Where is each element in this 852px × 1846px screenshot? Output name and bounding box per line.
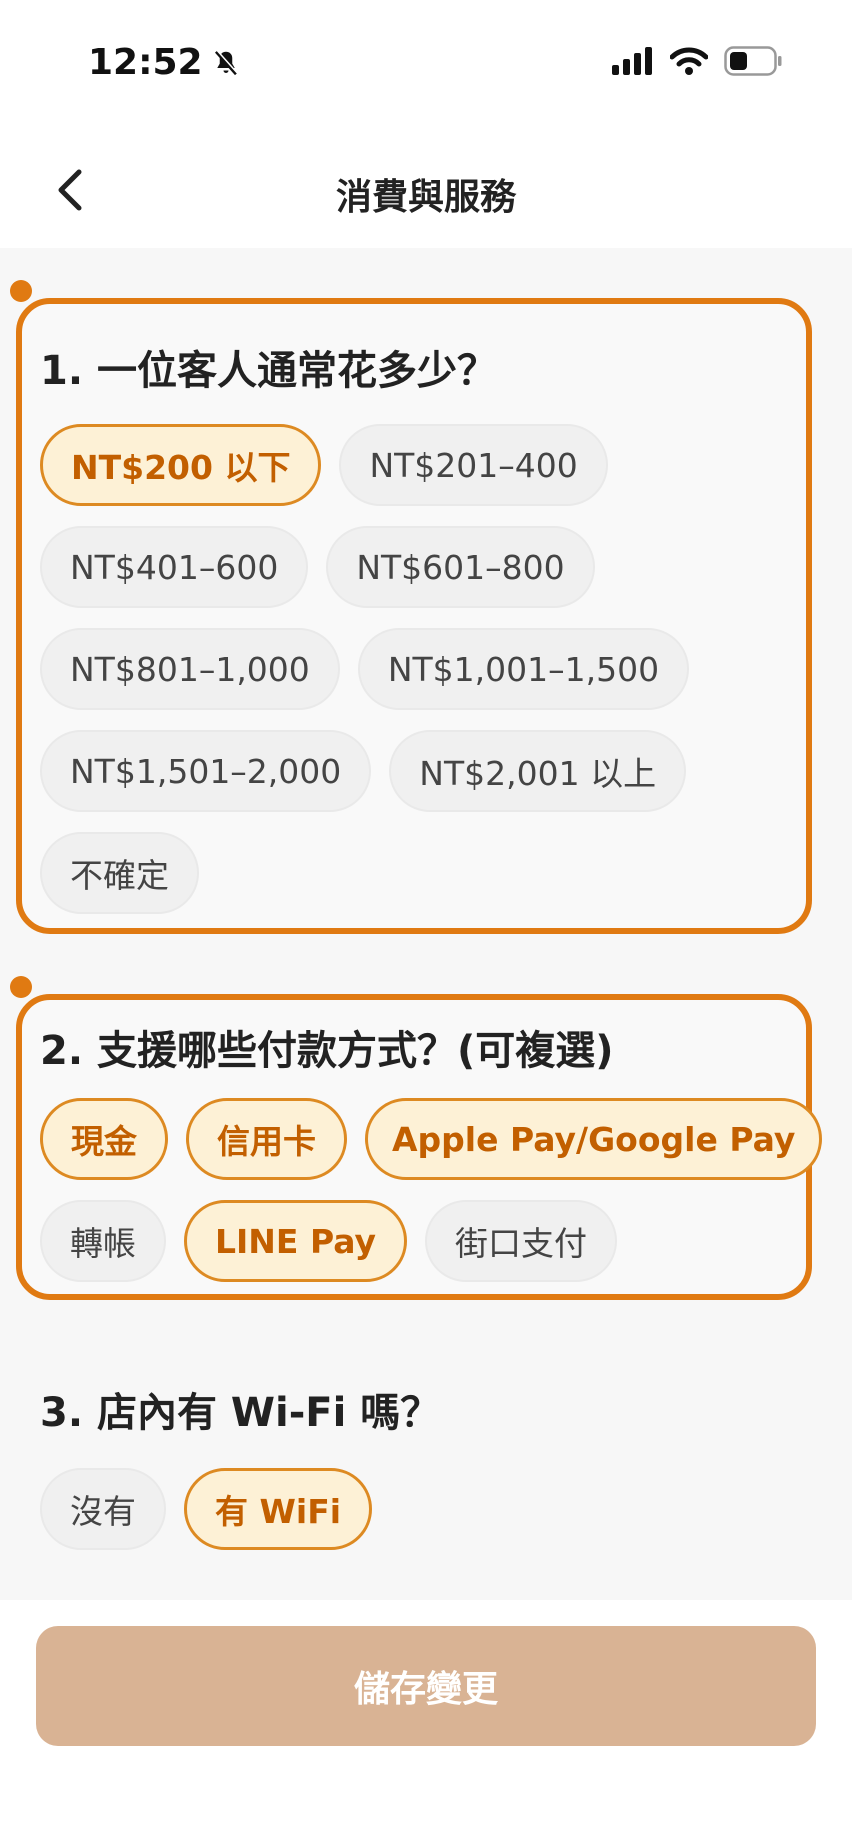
- spend-options: NT$200 以下 NT$201–400 NT$401–600 NT$601–8…: [40, 424, 806, 914]
- option-chip[interactable]: LINE Pay: [184, 1200, 408, 1282]
- option-chip[interactable]: 現金: [40, 1098, 168, 1180]
- option-chip[interactable]: NT$200 以下: [40, 424, 322, 506]
- option-chip[interactable]: 不確定: [40, 832, 199, 914]
- option-chip[interactable]: Apple Pay/Google Pay: [365, 1098, 823, 1180]
- signal-icon: [612, 47, 652, 75]
- option-chip[interactable]: 街口支付: [425, 1200, 618, 1282]
- payment-options: 現金 信用卡 Apple Pay/Google Pay 轉帳 LINE Pay …: [40, 1098, 830, 1282]
- option-chip[interactable]: 沒有: [40, 1468, 166, 1550]
- option-chip[interactable]: NT$201–400: [339, 424, 608, 506]
- option-chip[interactable]: 有 WiFi: [184, 1468, 373, 1550]
- option-chip[interactable]: NT$801–1,000: [40, 628, 340, 710]
- section-title: 3. 店內有 Wi-Fi 嗎？: [40, 1390, 441, 1436]
- option-chip[interactable]: NT$1,001–1,500: [357, 628, 690, 710]
- section-marker-dot: [10, 280, 32, 302]
- section-spend-per-customer: 1. 一位客人通常花多少？ NT$200 以下 NT$201–400 NT$40…: [10, 280, 812, 934]
- save-button[interactable]: 儲存變更: [36, 1626, 816, 1746]
- option-chip[interactable]: 轉帳: [40, 1200, 166, 1282]
- option-chip[interactable]: NT$601–800: [326, 526, 595, 608]
- option-chip[interactable]: NT$2,001 以上: [389, 730, 687, 812]
- section-marker-dot: [10, 976, 32, 998]
- status-icons: [612, 46, 782, 76]
- header: 消費與服務: [0, 130, 852, 248]
- status-bar: 12:52: [0, 0, 852, 130]
- section-wifi: 3. 店內有 Wi-Fi 嗎？ 沒有 有 WiFi: [16, 1380, 812, 1580]
- wifi-icon: [670, 47, 708, 75]
- battery-icon: [724, 46, 782, 76]
- wifi-options: 沒有 有 WiFi: [40, 1468, 812, 1550]
- bell-slash-icon: [214, 48, 238, 75]
- status-time-text: 12:52: [88, 42, 203, 83]
- page-title: 消費與服務: [335, 177, 516, 218]
- option-chip[interactable]: 信用卡: [186, 1098, 347, 1180]
- save-area: 儲存變更: [0, 1600, 852, 1846]
- section-payment-methods: 2. 支援哪些付款方式？(可複選) 現金 信用卡 Apple Pay/Googl…: [10, 976, 823, 1300]
- option-chip[interactable]: NT$401–600: [40, 526, 309, 608]
- section-title: 1. 一位客人通常花多少？: [40, 348, 497, 394]
- option-chip[interactable]: NT$1,501–2,000: [40, 730, 372, 812]
- section-title: 2. 支援哪些付款方式？(可複選): [40, 1028, 614, 1074]
- status-time: 12:52: [88, 42, 241, 83]
